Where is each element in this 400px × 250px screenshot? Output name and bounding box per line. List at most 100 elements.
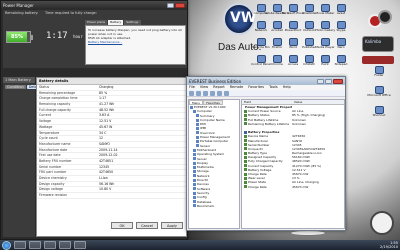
desktop-icon[interactable]: Folder — [360, 66, 398, 86]
desktop-icon[interactable]: Word — [285, 38, 301, 53]
detail-label: Device chemistry — [39, 176, 67, 180]
desktop-icon[interactable]: Recycle Bin — [252, 38, 270, 53]
menu-item-view[interactable]: View — [200, 85, 208, 90]
start-button[interactable] — [2, 240, 11, 250]
detail-label: Battery FRU number — [39, 158, 72, 163]
property-icon — [244, 139, 247, 143]
cancel-button[interactable]: Cancel — [136, 222, 158, 229]
taskbar-item[interactable] — [14, 241, 26, 249]
property-icon — [244, 113, 247, 117]
menu-item-tools[interactable]: Tools — [269, 85, 278, 90]
refresh-icon[interactable] — [210, 91, 215, 96]
field-cell: Charge Rate — [242, 185, 292, 189]
desktop-icon[interactable]: Nero — [333, 38, 349, 53]
desktop-icon[interactable]: Movie Maker — [316, 4, 334, 19]
property-icon — [244, 164, 247, 168]
detail-label: Manufacture date — [39, 147, 68, 152]
apply-button[interactable]: Apply — [161, 222, 183, 229]
desktop-side-icons: Folder Microsoft Office Shortcut — [360, 66, 398, 126]
system-clock[interactable]: 1:55 2/19/2010 — [380, 241, 398, 249]
detail-value: 2009-11-14 — [99, 147, 118, 152]
up-icon[interactable] — [203, 91, 208, 96]
tree-item[interactable]: Benchmark — [189, 204, 239, 208]
desktop-icon[interactable]: Chrome — [269, 55, 285, 70]
property-icon — [244, 168, 247, 172]
desktop-icon[interactable]: Notepad — [333, 55, 349, 70]
desktop-icon-label: Acrobat — [271, 28, 283, 32]
vw-logo: VW — [223, 3, 256, 35]
column-header-field[interactable]: Field — [242, 100, 292, 104]
battery-view-condition[interactable]: Condition — [5, 85, 26, 89]
favorites-icon[interactable] — [224, 91, 229, 96]
detail-value: 48.52 Wh — [99, 107, 115, 112]
property-icon — [244, 122, 247, 126]
desktop-icon[interactable]: Control Panel — [251, 55, 271, 70]
desktop-icon[interactable]: Media Player — [315, 38, 335, 53]
detail-value: 42T4651 — [99, 158, 114, 163]
column-header-value[interactable]: Value — [292, 100, 302, 104]
menu-item-help[interactable]: Help — [283, 85, 291, 90]
table-row: Firmware revision — [37, 193, 186, 199]
taskbar-item[interactable] — [29, 241, 41, 249]
minimize-button[interactable] — [317, 78, 324, 84]
list-rows: Power Management PropertiesCurrent Power… — [242, 105, 344, 189]
desktop-icon[interactable]: Shortcut — [360, 106, 398, 126]
detail-value: 12 — [99, 136, 104, 141]
desktop-icon[interactable]: PowerPoint — [285, 21, 301, 36]
close-button[interactable] — [175, 2, 185, 8]
property-icon — [244, 155, 247, 159]
desktop-icon-label: Chrome — [271, 62, 283, 66]
menu-item-remote[interactable]: Remote — [230, 85, 244, 90]
desktop-icon[interactable]: Access — [285, 55, 301, 70]
desktop-icon[interactable]: Acrobat — [269, 21, 285, 36]
taskbar-item[interactable] — [59, 241, 71, 249]
desktop-icon-label: Microsoft Office — [367, 93, 391, 97]
detail-value: 34 C — [99, 130, 107, 135]
desktop-icon[interactable]: InfoPath — [301, 55, 317, 70]
property-icon — [244, 185, 247, 189]
forward-icon[interactable] — [196, 91, 201, 96]
clock-gadget[interactable] — [370, 211, 394, 235]
power-manager-titlebar[interactable]: Power Manager — [1, 1, 187, 9]
minimize-button[interactable] — [167, 2, 174, 8]
ok-button[interactable]: OK — [111, 222, 133, 229]
tree-item-label: Benchmark — [197, 203, 215, 208]
desktop-icon[interactable]: Paint — [317, 55, 333, 70]
desktop-icon[interactable]: Microsoft Excel — [282, 4, 304, 19]
everest-titlebar[interactable]: EVEREST Business Edition — [187, 77, 345, 85]
tree-node-icon — [193, 178, 196, 182]
battery-sidebar: 1 Main Battery Condition Details — [3, 77, 43, 237]
desktop-icon[interactable]: Microsoft Office — [360, 86, 398, 106]
report-icon[interactable] — [217, 91, 222, 96]
desktop-icon[interactable]: Skype — [333, 21, 349, 36]
details-list: Field Value Power Management PropertiesC… — [241, 99, 345, 229]
menu-item-favorites[interactable]: Favorites — [248, 85, 264, 90]
property-icon — [244, 151, 247, 155]
back-icon[interactable] — [189, 91, 194, 96]
property-icon — [244, 176, 247, 180]
window-title: Power Manager — [3, 2, 34, 8]
detail-value: 56.16 Wh — [99, 181, 115, 186]
battery-details-panel: Battery details Status Charging Remaining … — [36, 77, 187, 237]
desktop-gadget[interactable]: Kalimba — [362, 36, 394, 52]
desktop-gadget-bar[interactable] — [362, 56, 394, 64]
desktop-icon-label: Recycle Bin — [252, 45, 270, 49]
close-button[interactable] — [333, 78, 343, 84]
taskbar-item[interactable] — [74, 241, 86, 249]
taskbar-item[interactable] — [44, 241, 56, 249]
tree-node-icon — [196, 118, 199, 122]
list-item[interactable]: Charge Rate 45670 mW — [242, 185, 344, 189]
desktop-icon[interactable]: Firefox — [269, 38, 285, 53]
maximize-button[interactable] — [325, 78, 332, 84]
battery-maintenance-link[interactable]: Battery Maintenance... — [88, 40, 183, 44]
desktop-icon[interactable]: Avast — [333, 4, 349, 19]
desktop-icon[interactable]: Photo Gallery — [315, 21, 335, 36]
desktop-icon[interactable]: Network — [253, 21, 269, 36]
detail-value: 45.67 W — [99, 124, 113, 129]
detail-value: 1:17 — [99, 96, 107, 101]
menu-item-file[interactable]: File — [189, 85, 195, 90]
property-icon — [244, 180, 247, 184]
dialog-buttons: OK Cancel Apply — [111, 222, 183, 229]
desktop-icon-label: Nero — [337, 45, 345, 49]
menu-item-report[interactable]: Report — [213, 85, 225, 90]
